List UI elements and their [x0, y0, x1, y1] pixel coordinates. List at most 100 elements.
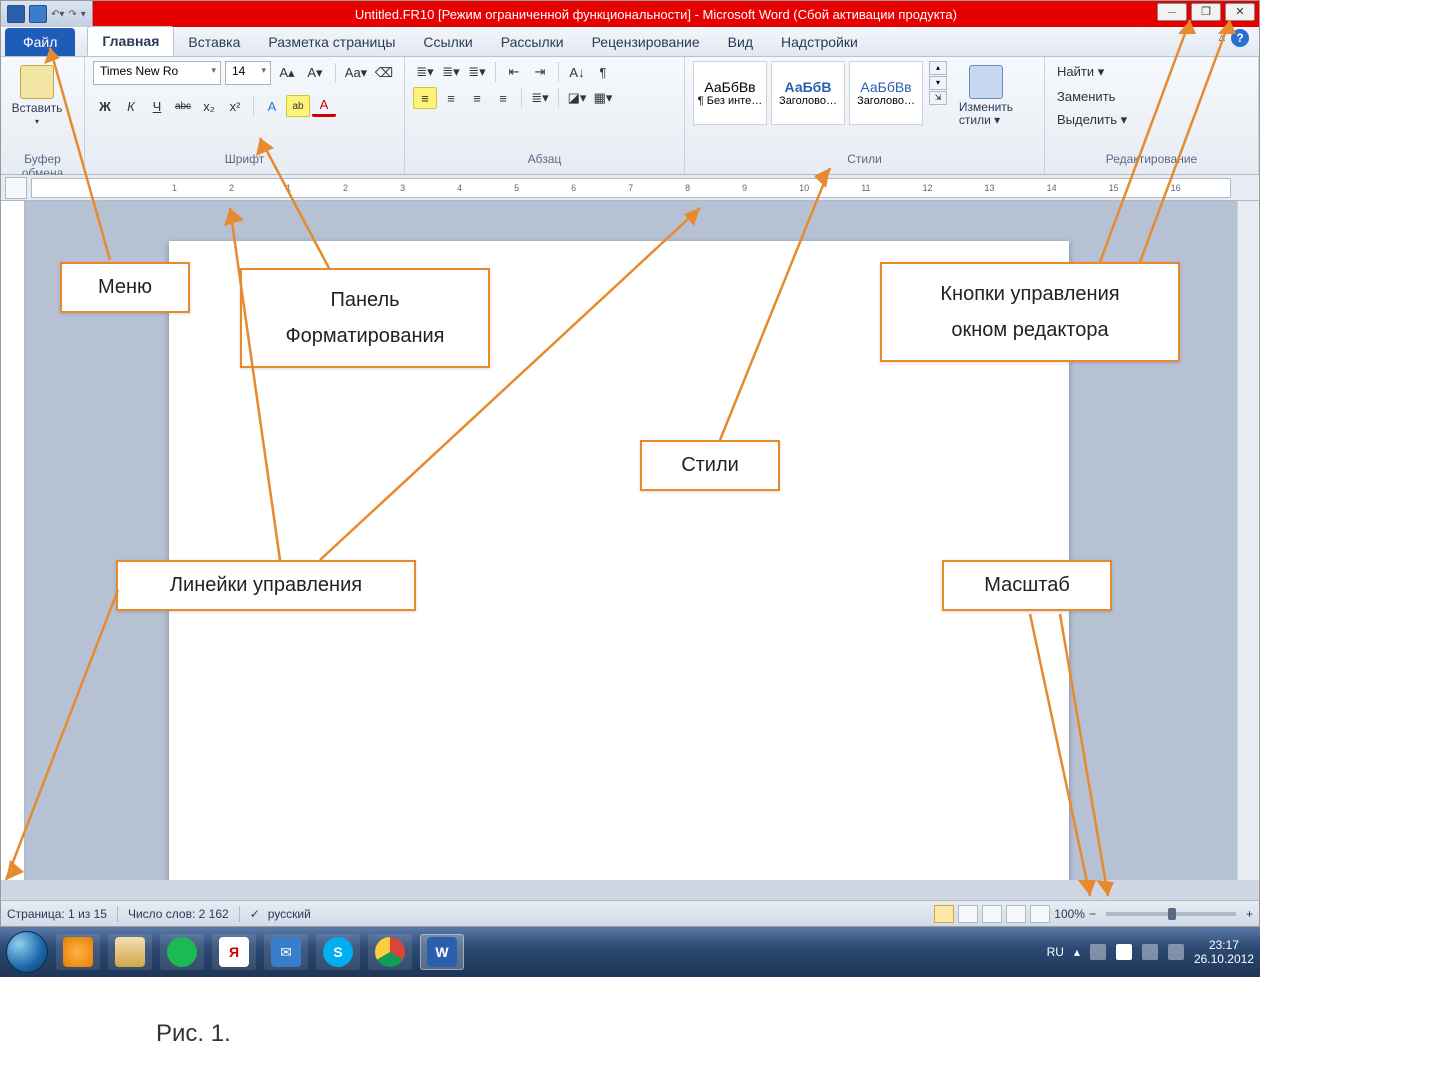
style-sample: АаБбВ [785, 79, 832, 95]
dedent-button[interactable]: ⇤ [502, 61, 526, 83]
tab-view[interactable]: Вид [714, 28, 767, 56]
word-window: ↶▾ ↷ ▾ Untitled.FR10 [Режим ограниченной… [0, 0, 1260, 927]
numbering-button[interactable]: ≣▾ [439, 61, 463, 83]
font-size-select[interactable]: 14 [225, 61, 271, 85]
zoom-out-button[interactable]: − [1089, 907, 1096, 921]
styles-scroller[interactable]: ▴▾⇲ [929, 61, 947, 105]
style-name: Заголово… [857, 95, 915, 107]
tab-page-layout[interactable]: Разметка страницы [254, 28, 409, 56]
minimize-button[interactable]: ⏤ [1157, 3, 1187, 21]
zoom-slider[interactable] [1106, 912, 1236, 916]
save-icon[interactable] [29, 5, 47, 23]
shrink-font-button[interactable]: A▾ [303, 62, 327, 84]
doc-window-controls: ▵ ? [1218, 29, 1249, 47]
tray-volume-icon[interactable] [1168, 944, 1184, 960]
maximize-button[interactable]: ❐ [1191, 3, 1221, 21]
status-language[interactable]: русский [268, 907, 311, 921]
indent-button[interactable]: ⇥ [528, 61, 552, 83]
grow-font-button[interactable]: A▴ [275, 62, 299, 84]
clear-format-button[interactable]: ⌫ [372, 62, 396, 84]
undo-icon[interactable]: ↶▾ [51, 9, 64, 20]
tray-icon[interactable] [1090, 944, 1106, 960]
italic-button[interactable]: К [119, 95, 143, 117]
callout-zoom: Масштаб [942, 560, 1112, 611]
horizontal-ruler-area: 12123456789101112131415161718 [1, 175, 1259, 201]
font-color-button[interactable]: A [312, 95, 336, 117]
align-justify-button[interactable]: ≡ [491, 87, 515, 109]
tray-network-icon[interactable] [1142, 944, 1158, 960]
paste-button[interactable]: Вставить ▾ [9, 61, 65, 126]
highlight-button[interactable]: ab [286, 95, 310, 117]
tab-home[interactable]: Главная [87, 26, 174, 56]
tab-review[interactable]: Рецензирование [578, 28, 714, 56]
horizontal-ruler[interactable]: 12123456789101112131415161718 [31, 178, 1231, 198]
view-outline[interactable] [1006, 905, 1026, 923]
sort-button[interactable]: A↓ [565, 61, 589, 83]
vertical-ruler[interactable] [1, 201, 25, 880]
superscript-button[interactable]: x² [223, 95, 247, 117]
style-heading1[interactable]: АаБбВ Заголово… [771, 61, 845, 125]
change-case-button[interactable]: Aa▾ [344, 62, 368, 84]
ribbon-minimize-icon[interactable]: ▵ [1218, 29, 1225, 47]
zoom-value[interactable]: 100% [1054, 907, 1085, 921]
zoom-in-button[interactable]: + [1246, 907, 1253, 921]
taskbar-mail[interactable]: ✉ [264, 934, 308, 970]
taskbar-media-player[interactable] [56, 934, 100, 970]
status-page[interactable]: Страница: 1 из 15 [7, 907, 107, 921]
qat-dropdown-icon[interactable]: ▾ [81, 9, 86, 20]
taskbar-word[interactable]: W [420, 934, 464, 970]
group-styles: АаБбВв ¶ Без инте… АаБбВ Заголово… АаБбВ… [685, 57, 1045, 174]
tab-addins[interactable]: Надстройки [767, 28, 872, 56]
start-button[interactable] [6, 931, 48, 973]
taskbar-chrome[interactable] [368, 934, 412, 970]
taskbar-skype[interactable]: S [316, 934, 360, 970]
select-button[interactable]: Выделить ▾ [1053, 109, 1131, 131]
strike-button[interactable]: abc [171, 95, 195, 117]
shading-button[interactable]: ◪▾ [565, 87, 589, 109]
view-draft[interactable] [1030, 905, 1050, 923]
tray-language[interactable]: RU [1047, 945, 1064, 959]
view-web[interactable] [982, 905, 1002, 923]
zoom-thumb[interactable] [1168, 908, 1176, 920]
replace-button[interactable]: Заменить [1053, 85, 1119, 107]
tab-file[interactable]: Файл [5, 28, 75, 56]
style-normal[interactable]: АаБбВв ¶ Без инте… [693, 61, 767, 125]
align-left-button[interactable]: ≡ [413, 87, 437, 109]
view-full-screen[interactable] [958, 905, 978, 923]
taskbar-yandex[interactable]: Я [212, 934, 256, 970]
bullets-button[interactable]: ≣▾ [413, 61, 437, 83]
status-words[interactable]: Число слов: 2 162 [128, 907, 229, 921]
tray-clock[interactable]: 23:17 26.10.2012 [1194, 938, 1254, 967]
font-name-select[interactable]: Times New Ro [93, 61, 221, 85]
callout-styles: Стили [640, 440, 780, 491]
find-button[interactable]: Найти ▾ [1053, 61, 1108, 83]
subscript-button[interactable]: x₂ [197, 95, 221, 117]
text-effects-button[interactable]: A [260, 95, 284, 117]
tab-selector[interactable] [5, 177, 27, 199]
tab-insert[interactable]: Вставка [174, 28, 254, 56]
view-print-layout[interactable] [934, 905, 954, 923]
multilevel-button[interactable]: ≣▾ [465, 61, 489, 83]
style-heading2[interactable]: АаБбВв Заголово… [849, 61, 923, 125]
tab-references[interactable]: Ссылки [409, 28, 486, 56]
redo-icon[interactable]: ↷ [68, 9, 76, 20]
tray-show-hidden-icon[interactable]: ▴ [1074, 945, 1080, 959]
show-marks-button[interactable]: ¶ [591, 61, 615, 83]
figure-caption: Рис. 1. [156, 1020, 231, 1048]
tray-flag-icon[interactable] [1116, 944, 1132, 960]
tab-mailings[interactable]: Рассылки [487, 28, 578, 56]
proofing-icon[interactable]: ✓ [250, 907, 260, 921]
help-icon[interactable]: ? [1231, 29, 1249, 47]
change-styles-button[interactable]: Изменить стили ▾ [951, 61, 1021, 127]
callout-window-buttons: Кнопки управления окном редактора [880, 262, 1180, 362]
align-right-button[interactable]: ≡ [465, 87, 489, 109]
vertical-scrollbar[interactable] [1237, 201, 1259, 880]
taskbar-explorer[interactable] [108, 934, 152, 970]
align-center-button[interactable]: ≡ [439, 87, 463, 109]
underline-button[interactable]: Ч [145, 95, 169, 117]
bold-button[interactable]: Ж [93, 95, 117, 117]
close-button[interactable]: ✕ [1225, 3, 1255, 21]
taskbar-mail-ru[interactable] [160, 934, 204, 970]
line-spacing-button[interactable]: ≣▾ [528, 87, 552, 109]
border-button[interactable]: ▦▾ [591, 87, 615, 109]
